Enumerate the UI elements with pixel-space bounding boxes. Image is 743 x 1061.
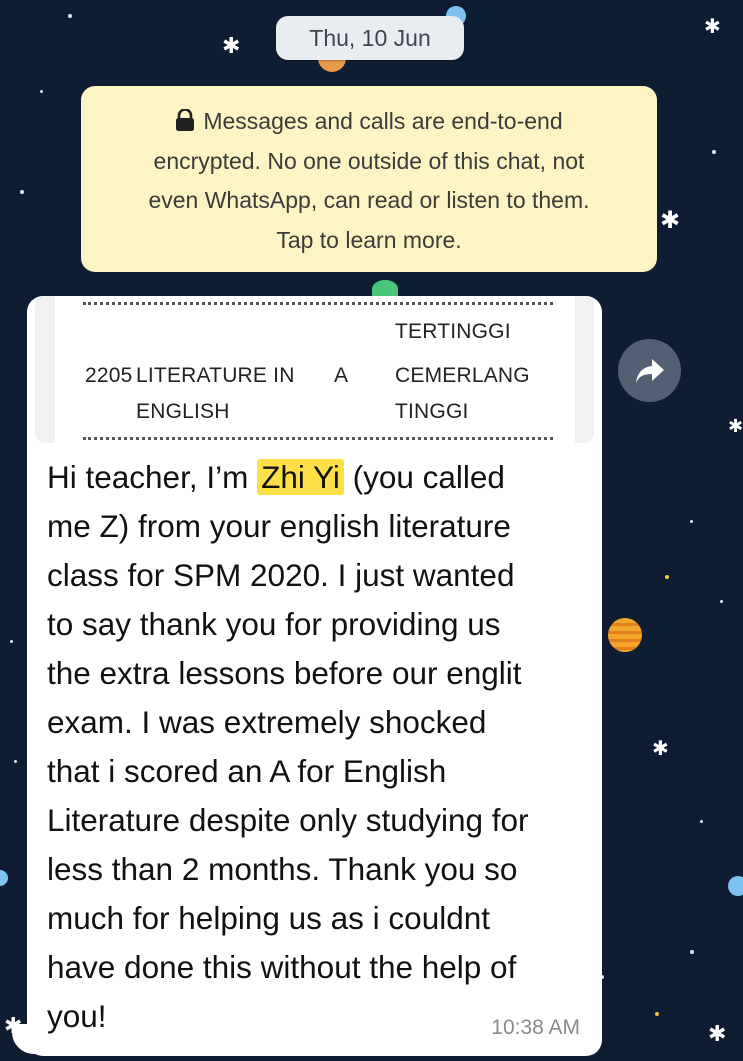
- result-description: CEMERLANG: [395, 364, 530, 387]
- star-dot: [690, 950, 694, 954]
- star-dot: [14, 760, 17, 763]
- encryption-notice-line: Messages and calls are end-to-end: [101, 102, 637, 142]
- planet-blue: [0, 870, 8, 886]
- message-line: much for helping us as i couldnt: [47, 900, 490, 936]
- message-line: me Z) from your english literature: [47, 508, 511, 544]
- star-dot: [665, 575, 669, 579]
- result-description: TERTINGGI: [395, 320, 511, 343]
- star-decoration: ✱: [708, 1022, 727, 1047]
- cut-off-row-bottom: [83, 437, 553, 443]
- lock-icon: [176, 109, 195, 131]
- message-line: less than 2 months. Thank you so: [47, 851, 518, 887]
- subject-grade: A: [334, 364, 349, 387]
- message-text: Hi teacher, I’m Zhi Yi (you called me Z)…: [47, 453, 592, 1041]
- star-dot: [720, 600, 723, 603]
- star-dot: [10, 640, 13, 643]
- star-decoration: ✱: [222, 34, 241, 59]
- cut-off-row-top: [83, 296, 553, 305]
- message-line: the extra lessons before our englit: [47, 655, 522, 691]
- date-label: Thu, 10 Jun: [309, 24, 431, 51]
- results-slip-image: TERTINGGI 2205 LITERATURE IN ENGLISH A C…: [55, 296, 575, 443]
- star-dot: [68, 14, 72, 18]
- message-line: to say thank you for providing us: [47, 606, 501, 642]
- star-dot: [712, 150, 716, 154]
- encryption-notice-line: encrypted. No one outside of this chat, …: [153, 147, 585, 174]
- result-row: 2205 LITERATURE IN ENGLISH A CEMERLANG T…: [55, 356, 575, 428]
- message-line: have done this without the help of: [47, 949, 517, 985]
- encryption-notice-line: Tap to learn more.: [276, 226, 462, 253]
- star-decoration: ✱: [652, 736, 669, 760]
- encryption-notice[interactable]: Messages and calls are end-to-end encryp…: [81, 86, 657, 272]
- star-dot: [690, 520, 693, 523]
- message-line: Literature despite only studying for: [47, 802, 529, 838]
- forward-button[interactable]: [618, 339, 681, 402]
- planet-blue: [728, 876, 743, 896]
- subject-code: 2205: [85, 364, 133, 387]
- star-dot: [700, 820, 703, 823]
- message-line: Hi teacher, I’m Zhi Yi (you called: [47, 459, 505, 495]
- attached-image[interactable]: TERTINGGI 2205 LITERATURE IN ENGLISH A C…: [35, 296, 594, 443]
- highlighted-name: Zhi Yi: [257, 459, 344, 495]
- message-line: exam. I was extremely shocked: [47, 704, 487, 740]
- star-dot: [40, 90, 43, 93]
- planet-striped: [608, 618, 642, 652]
- message-line: class for SPM 2020. I just wanted: [47, 557, 515, 593]
- star-dot: [20, 190, 24, 194]
- message-timestamp: 10:38 AM: [491, 1016, 580, 1039]
- forward-arrow-icon: [635, 358, 664, 383]
- message-line: that i scored an A for English: [47, 753, 447, 789]
- star-decoration: ✱: [660, 206, 681, 234]
- subject-name: LITERATURE IN: [136, 364, 295, 387]
- date-separator: Thu, 10 Jun: [276, 16, 464, 60]
- encryption-notice-line: even WhatsApp, can read or listen to the…: [148, 187, 590, 213]
- subject-name: ENGLISH: [136, 400, 230, 423]
- message-bubble[interactable]: TERTINGGI 2205 LITERATURE IN ENGLISH A C…: [27, 296, 602, 1056]
- star-decoration: ✱: [728, 416, 743, 437]
- result-description: TINGGI: [395, 400, 469, 423]
- star-decoration: ✱: [704, 14, 721, 38]
- planet-orange: [318, 58, 346, 72]
- star-dot: [655, 1012, 659, 1016]
